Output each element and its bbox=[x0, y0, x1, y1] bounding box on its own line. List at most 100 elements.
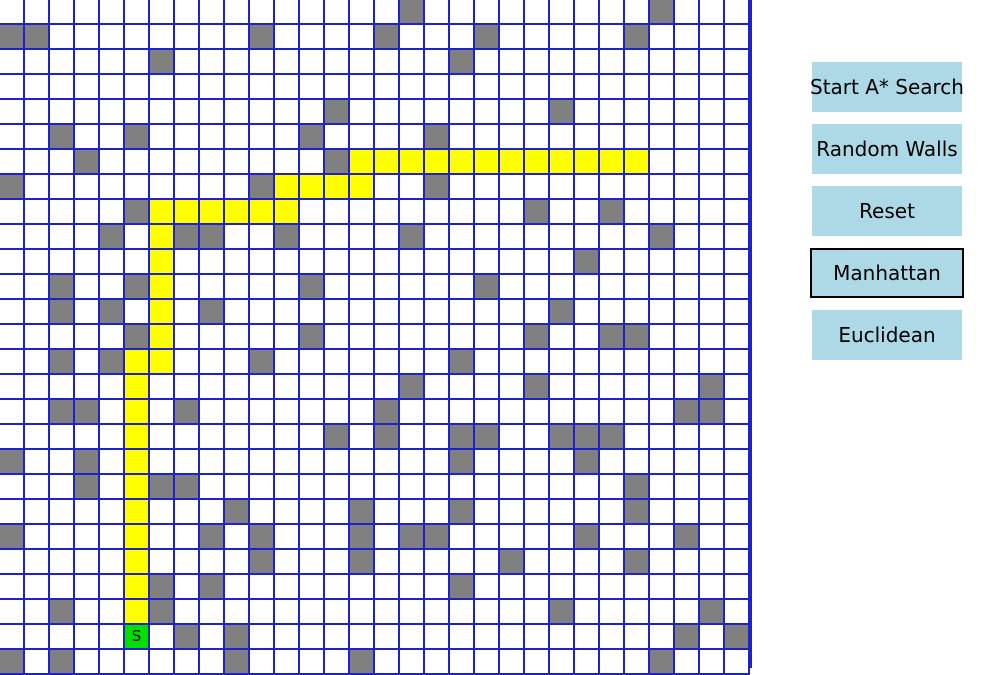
grid-cell[interactable] bbox=[300, 100, 325, 125]
grid-cell[interactable] bbox=[275, 525, 300, 550]
grid-cell[interactable] bbox=[75, 300, 100, 325]
grid-cell[interactable] bbox=[300, 225, 325, 250]
grid-cell[interactable] bbox=[425, 400, 450, 425]
grid-cell[interactable] bbox=[300, 400, 325, 425]
grid-cell[interactable] bbox=[675, 650, 700, 675]
grid-cell[interactable] bbox=[100, 150, 125, 175]
grid-cell[interactable] bbox=[300, 475, 325, 500]
wall-cell[interactable] bbox=[175, 625, 200, 650]
grid-cell[interactable] bbox=[500, 25, 525, 50]
grid-cell[interactable] bbox=[100, 125, 125, 150]
wall-cell[interactable] bbox=[250, 550, 275, 575]
grid-cell[interactable] bbox=[375, 200, 400, 225]
grid-cell[interactable] bbox=[500, 475, 525, 500]
grid-cell[interactable] bbox=[650, 75, 675, 100]
wall-cell[interactable] bbox=[325, 425, 350, 450]
grid-cell[interactable] bbox=[650, 50, 675, 75]
grid-cell[interactable] bbox=[425, 575, 450, 600]
grid-cell[interactable] bbox=[75, 125, 100, 150]
grid-cell[interactable] bbox=[200, 475, 225, 500]
grid-cell[interactable] bbox=[150, 150, 175, 175]
grid-cell[interactable] bbox=[525, 600, 550, 625]
grid-cell[interactable] bbox=[675, 150, 700, 175]
grid-cell[interactable] bbox=[225, 450, 250, 475]
grid-cell[interactable] bbox=[375, 50, 400, 75]
grid-cell[interactable] bbox=[700, 500, 725, 525]
grid-cell[interactable] bbox=[175, 250, 200, 275]
grid-cell[interactable] bbox=[350, 600, 375, 625]
grid-cell[interactable] bbox=[450, 550, 475, 575]
grid-cell[interactable] bbox=[725, 275, 750, 300]
grid-cell[interactable] bbox=[675, 125, 700, 150]
grid-cell[interactable] bbox=[275, 125, 300, 150]
wall-cell[interactable] bbox=[50, 300, 75, 325]
grid-cell[interactable] bbox=[350, 100, 375, 125]
wall-cell[interactable] bbox=[300, 325, 325, 350]
grid-cell[interactable] bbox=[550, 550, 575, 575]
wall-cell[interactable] bbox=[150, 50, 175, 75]
grid-cell[interactable] bbox=[125, 225, 150, 250]
grid-cell[interactable] bbox=[125, 75, 150, 100]
grid-cell[interactable] bbox=[100, 275, 125, 300]
grid-cell[interactable] bbox=[700, 250, 725, 275]
grid-cell[interactable] bbox=[0, 100, 25, 125]
grid-cell[interactable] bbox=[525, 300, 550, 325]
grid-cell[interactable] bbox=[525, 75, 550, 100]
grid-cell[interactable] bbox=[675, 325, 700, 350]
wall-cell[interactable] bbox=[650, 225, 675, 250]
grid-cell[interactable] bbox=[475, 375, 500, 400]
grid-cell[interactable] bbox=[625, 175, 650, 200]
grid-cell[interactable] bbox=[50, 625, 75, 650]
grid-cell[interactable] bbox=[100, 375, 125, 400]
grid-cell[interactable] bbox=[300, 425, 325, 450]
grid-cell[interactable] bbox=[600, 625, 625, 650]
grid-cell[interactable] bbox=[650, 450, 675, 475]
wall-cell[interactable] bbox=[475, 25, 500, 50]
wall-cell[interactable] bbox=[525, 375, 550, 400]
grid-cell[interactable] bbox=[425, 300, 450, 325]
manhattan-button[interactable]: Manhattan bbox=[810, 248, 964, 298]
grid-cell[interactable] bbox=[550, 125, 575, 150]
wall-cell[interactable] bbox=[350, 525, 375, 550]
grid-cell[interactable] bbox=[225, 600, 250, 625]
grid-cell[interactable] bbox=[150, 125, 175, 150]
grid-cell[interactable] bbox=[725, 125, 750, 150]
grid-cell[interactable] bbox=[550, 575, 575, 600]
grid-cell[interactable] bbox=[325, 475, 350, 500]
grid-cell[interactable] bbox=[25, 175, 50, 200]
grid-cell[interactable] bbox=[50, 525, 75, 550]
grid-cell[interactable] bbox=[700, 100, 725, 125]
grid-cell[interactable] bbox=[675, 500, 700, 525]
grid-cell[interactable] bbox=[50, 575, 75, 600]
grid-cell[interactable] bbox=[575, 175, 600, 200]
grid-cell[interactable] bbox=[225, 25, 250, 50]
grid-cell[interactable] bbox=[175, 375, 200, 400]
grid-cell[interactable] bbox=[525, 400, 550, 425]
grid-cell[interactable] bbox=[100, 650, 125, 675]
grid-cell[interactable] bbox=[675, 600, 700, 625]
grid-cell[interactable] bbox=[575, 350, 600, 375]
grid-cell[interactable] bbox=[725, 25, 750, 50]
grid-cell[interactable] bbox=[475, 400, 500, 425]
grid-cell[interactable] bbox=[700, 575, 725, 600]
grid-cell[interactable] bbox=[425, 275, 450, 300]
grid-cell[interactable] bbox=[250, 450, 275, 475]
grid-cell[interactable] bbox=[375, 525, 400, 550]
grid-cell[interactable] bbox=[550, 50, 575, 75]
wall-cell[interactable] bbox=[200, 300, 225, 325]
grid-cell[interactable] bbox=[350, 0, 375, 25]
grid-cell[interactable] bbox=[725, 550, 750, 575]
grid-cell[interactable] bbox=[275, 375, 300, 400]
grid-cell[interactable] bbox=[450, 0, 475, 25]
grid-cell[interactable] bbox=[200, 625, 225, 650]
grid-cell[interactable] bbox=[500, 525, 525, 550]
grid-cell[interactable] bbox=[325, 550, 350, 575]
wall-cell[interactable] bbox=[675, 400, 700, 425]
path-cell[interactable] bbox=[450, 150, 475, 175]
wall-cell[interactable] bbox=[275, 225, 300, 250]
grid-cell[interactable] bbox=[300, 450, 325, 475]
grid-cell[interactable] bbox=[0, 75, 25, 100]
grid-cell[interactable] bbox=[675, 0, 700, 25]
grid-cell[interactable] bbox=[375, 475, 400, 500]
wall-cell[interactable] bbox=[400, 225, 425, 250]
